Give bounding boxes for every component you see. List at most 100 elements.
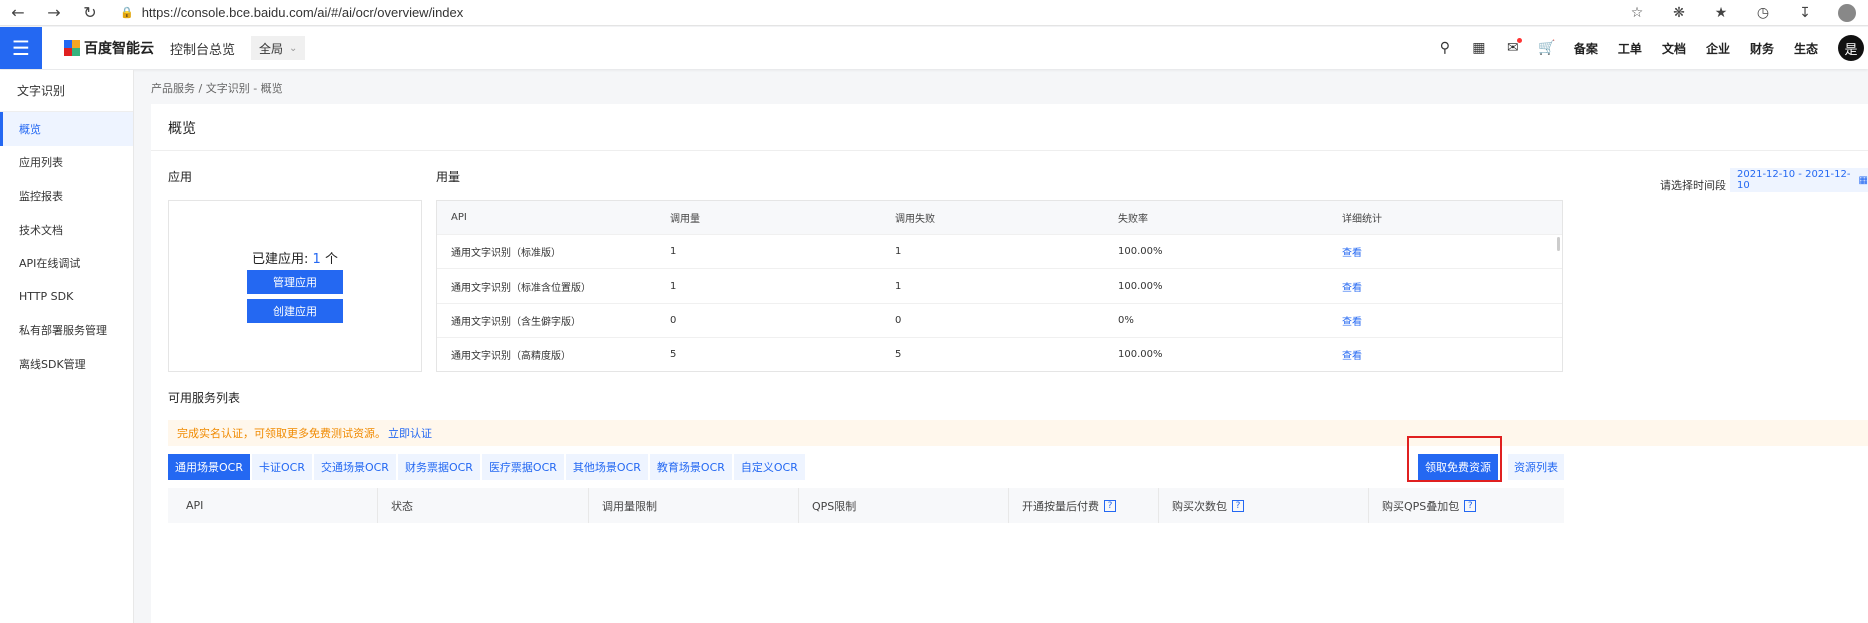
tab-traffic-ocr[interactable]: 交通场景OCR: [313, 454, 396, 480]
sidebar-item-private-deploy[interactable]: 私有部署服务管理: [0, 314, 133, 348]
table-row: 通用文字识别（标准含位置版） 1 1 100.00% 查看: [437, 269, 1562, 304]
nav-link-ticket[interactable]: 工单: [1618, 40, 1642, 57]
column-header: 调用量限制: [589, 488, 799, 523]
apps-count-number: 1: [312, 252, 321, 267]
tab-card-ocr[interactable]: 卡证OCR: [251, 454, 312, 480]
tab-other-ocr[interactable]: 其他场景OCR: [565, 454, 648, 480]
table-row: 通用文字识别（高精度版） 5 5 100.00% 查看: [437, 338, 1562, 371]
services-section-label: 可用服务列表: [168, 391, 241, 405]
lock-icon: 🔒: [120, 7, 134, 19]
help-icon[interactable]: ?: [1104, 499, 1116, 512]
brand-logo[interactable]: 百度智能云: [64, 38, 154, 58]
view-details-link[interactable]: 查看: [1342, 244, 1542, 259]
manage-apps-button[interactable]: 管理应用: [247, 270, 343, 294]
nav-link-finance[interactable]: 财务: [1750, 40, 1774, 57]
apps-created-count: 已建应用: 1 个: [169, 248, 421, 267]
sidebar-item-offline-sdk[interactable]: 离线SDK管理: [0, 347, 133, 381]
help-icon[interactable]: ?: [1232, 499, 1244, 512]
cloud-logo-icon: [64, 40, 80, 56]
sidebar-item-app-list[interactable]: 应用列表: [0, 146, 133, 180]
service-tabs: 通用场景OCR 卡证OCR 交通场景OCR 财务票据OCR 医疗票据OCR 其他…: [168, 454, 807, 480]
sidebar-item-monitor[interactable]: 监控报表: [0, 179, 133, 213]
tab-education-ocr[interactable]: 教育场景OCR: [649, 454, 732, 480]
services-table-header: API 状态 调用量限制 QPS限制 开通按量后付费 ? 购买次数包 ? 购买Q…: [168, 488, 1564, 523]
help-icon[interactable]: ?: [1464, 499, 1477, 512]
table-row: 通用文字识别（标准版） 1 1 100.00% 查看: [437, 235, 1562, 270]
search-icon[interactable]: ⚲: [1428, 40, 1462, 56]
forward-icon[interactable]: →: [36, 0, 72, 26]
message-icon[interactable]: ✉: [1496, 38, 1530, 56]
brand-name: 百度智能云: [84, 41, 154, 57]
nav-link-ecosystem[interactable]: 生态: [1794, 40, 1818, 57]
table-cell: 通用文字识别（标准版）: [451, 248, 561, 260]
view-details-link[interactable]: 查看: [1342, 279, 1542, 294]
table-row: 通用文字识别（含生僻字版） 0 0 0% 查看: [437, 304, 1562, 339]
table-cell: 通用文字识别（高精度版）: [451, 351, 571, 363]
sidebar: 文字识别 概览 应用列表 监控报表 技术文档 API在线调试 HTTP SDK …: [0, 70, 134, 623]
resource-list-button[interactable]: 资源列表: [1508, 454, 1564, 480]
column-header: 状态: [378, 488, 589, 523]
breadcrumb: 产品服务 / 文字识别 - 概览: [151, 82, 283, 95]
history-icon[interactable]: ◷: [1742, 0, 1784, 26]
claim-free-resources-button[interactable]: 领取免费资源: [1418, 454, 1498, 480]
apps-grid-icon[interactable]: ▦: [1462, 40, 1496, 56]
back-icon[interactable]: ←: [0, 0, 36, 26]
apps-created-suffix: 个: [324, 252, 338, 267]
chevron-down-icon: ⌄: [289, 42, 298, 54]
column-header: 调用量: [670, 214, 700, 225]
tab-custom-ocr[interactable]: 自定义OCR: [733, 454, 805, 480]
apps-section-label: 应用: [168, 170, 193, 184]
apps-summary-box: 已建应用: 1 个 管理应用 创建应用: [168, 200, 422, 372]
sidebar-item-http-sdk[interactable]: HTTP SDK: [0, 280, 133, 314]
reload-icon[interactable]: ↻: [72, 0, 108, 26]
table-header-row: API 调用量 调用失败 失败率 详细统计: [437, 201, 1562, 235]
table-cell: 1: [895, 280, 902, 292]
table-cell: 通用文字识别（标准含位置版）: [451, 282, 591, 294]
extensions-icon[interactable]: ❋: [1658, 0, 1700, 26]
column-header: 购买QPS叠加包: [1382, 499, 1460, 513]
create-app-button[interactable]: 创建应用: [247, 299, 343, 323]
verify-now-link[interactable]: 立即认证: [388, 425, 432, 441]
user-avatar[interactable]: 是: [1838, 35, 1864, 61]
calendar-icon: ▦: [1858, 174, 1868, 186]
page-title: 概览: [168, 121, 196, 137]
cart-icon[interactable]: 🛒: [1530, 40, 1564, 56]
tab-medical-ocr[interactable]: 医疗票据OCR: [481, 454, 564, 480]
nav-link-enterprise[interactable]: 企业: [1706, 40, 1730, 57]
view-details-link[interactable]: 查看: [1342, 313, 1542, 328]
tab-finance-ocr[interactable]: 财务票据OCR: [397, 454, 480, 480]
apps-created-prefix: 已建应用:: [252, 252, 309, 267]
payg-header: 开通按量后付费 ?: [1009, 488, 1159, 523]
date-range-label: 请选择时间段: [1660, 179, 1726, 192]
favorites-icon[interactable]: ★: [1700, 0, 1742, 26]
sidebar-item-overview[interactable]: 概览: [0, 112, 133, 146]
region-select[interactable]: 全局 ⌄: [251, 36, 306, 60]
column-header: 开通按量后付费: [1022, 499, 1099, 513]
column-header: QPS限制: [799, 488, 1009, 523]
view-details-link[interactable]: 查看: [1342, 347, 1542, 362]
menu-icon[interactable]: ☰: [0, 27, 42, 69]
add-favorite-icon[interactable]: ☆: [1616, 0, 1658, 26]
table-cell: 通用文字识别（含生僻字版）: [451, 316, 581, 328]
date-range-picker[interactable]: 2021-12-10 - 2021-12-10 ▦: [1730, 168, 1868, 192]
nav-link-filing[interactable]: 备案: [1574, 40, 1598, 57]
table-cell: 1: [895, 246, 902, 258]
sidebar-title: 文字识别: [0, 70, 133, 112]
table-scrollbar[interactable]: [1557, 237, 1560, 251]
table-cell: 5: [895, 349, 902, 361]
url-text: https://console.bce.baidu.com/ai/#/ai/oc…: [141, 5, 464, 20]
sidebar-item-docs[interactable]: 技术文档: [0, 213, 133, 247]
address-bar[interactable]: 🔒 https://console.bce.baidu.com/ai/#/ai/…: [120, 5, 463, 20]
table-cell: 1: [670, 246, 677, 258]
nav-link-docs[interactable]: 文档: [1662, 40, 1686, 57]
tab-general-ocr[interactable]: 通用场景OCR: [168, 454, 250, 480]
sidebar-item-api-debug[interactable]: API在线调试: [0, 246, 133, 280]
overview-card: 概览 应用 用量 已建应用: 1 个 管理应用 创建应用 请选择时间段 2021…: [151, 104, 1868, 623]
browser-toolbar: ← → ↻ 🔒 https://console.bce.baidu.com/ai…: [0, 0, 1868, 26]
profile-icon[interactable]: [1826, 0, 1868, 26]
download-icon[interactable]: ↧: [1784, 0, 1826, 26]
table-cell: 0%: [1118, 314, 1134, 326]
table-cell: 100.00%: [1118, 349, 1163, 361]
console-overview-link[interactable]: 控制台总览: [170, 39, 235, 58]
column-header: API: [168, 488, 378, 523]
